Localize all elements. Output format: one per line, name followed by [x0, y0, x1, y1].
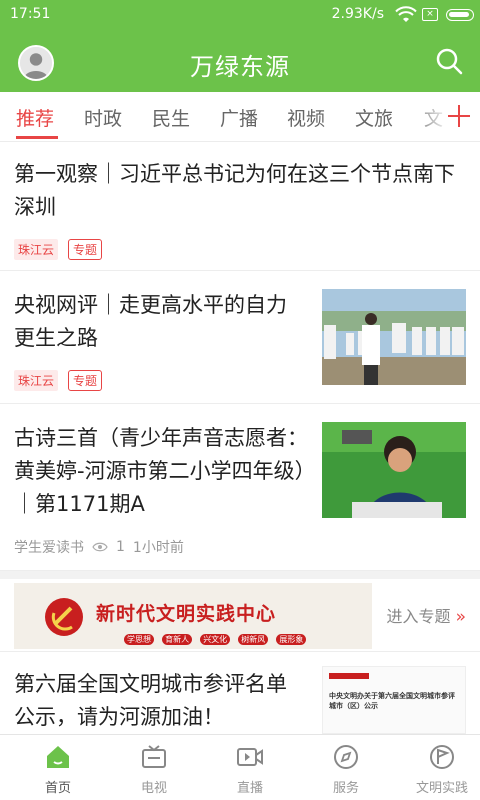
article-thumbnail	[322, 422, 466, 518]
topic-tag: 专题	[68, 370, 103, 391]
tab-broadcast[interactable]: 广播	[220, 104, 258, 131]
tab-livelihood[interactable]: 民生	[152, 104, 190, 131]
article-title: 第一观察｜习近平总书记为何在这三个节点南下深圳	[14, 162, 455, 219]
doc-header-bar	[329, 673, 369, 679]
list-item[interactable]: 古诗三首（青少年声音志愿者：黄美婷-河源市第二小学四年级）｜第1171期A 学生…	[0, 404, 480, 571]
party-emblem-icon	[45, 598, 83, 636]
source-tag: 珠江云	[14, 239, 59, 260]
banner-pills: 学思想 育新人 兴文化 树新风 展形象	[124, 627, 309, 646]
nav-label: 电视	[140, 781, 167, 796]
article-title: 第六届全国文明城市参评名单公示，请为河源加油！	[14, 672, 287, 729]
tab-fade	[410, 92, 450, 140]
bottom-nav: 首页 电视 直播 服务 文明实践	[0, 734, 480, 800]
banner-pill: 学思想	[124, 634, 154, 645]
banner-pill: 树新风	[238, 634, 269, 645]
crowd-photo-image	[322, 289, 466, 385]
article-thumbnail: 中央文明办关于第六届全国文明城市参评城市（区）公示	[322, 666, 466, 734]
nav-home[interactable]: 首页	[10, 735, 106, 800]
list-item[interactable]: 第六届全国文明城市参评名单公示，请为河源加油！ 中央文明办关于第六届全国文明城市…	[0, 652, 480, 734]
status-bar: 17:51 2.93K/s ×	[0, 0, 480, 30]
banner-main-text: 文明实践中心	[156, 603, 277, 625]
add-channel-icon[interactable]	[448, 105, 470, 127]
banner-image: 新时代文明实践中心 学思想 育新人 兴文化 树新风 展形象	[14, 583, 372, 649]
article-thumbnail	[322, 289, 466, 385]
flag-icon	[430, 745, 454, 769]
eye-icon	[92, 542, 108, 552]
active-tab-indicator	[16, 136, 58, 139]
home-icon	[47, 746, 69, 768]
article-title: 央视网评｜走更高水平的自力更生之路	[14, 293, 287, 350]
topic-tag: 专题	[68, 239, 103, 260]
banner-pill: 兴文化	[200, 634, 231, 645]
publish-time: 1小时前	[132, 540, 184, 556]
app-header: 万绿东源	[0, 30, 480, 92]
battery-icon	[446, 9, 474, 21]
compass-icon	[334, 745, 358, 769]
nav-label: 文明实践	[415, 781, 468, 796]
source-tag: 珠江云	[14, 370, 59, 391]
topic-banner[interactable]: 新时代文明实践中心 学思想 育新人 兴文化 树新风 展形象 进入专题 »	[0, 579, 480, 652]
student-photo-image	[322, 422, 466, 518]
status-time: 17:51	[10, 6, 51, 22]
app-title: 万绿东源	[190, 53, 290, 81]
banner-pill: 展形象	[276, 634, 307, 645]
tab-recommend[interactable]: 推荐	[16, 104, 54, 131]
search-icon[interactable]	[434, 46, 464, 76]
thumb-doc-title: 中央文明办关于第六届全国文明城市参评城市（区）公示	[329, 692, 455, 710]
section-divider	[0, 571, 480, 579]
network-speed: 2.93K/s	[331, 6, 384, 22]
tv-icon	[142, 745, 166, 768]
tab-politics[interactable]: 时政	[84, 104, 122, 131]
no-sim-icon: ×	[422, 8, 438, 21]
nav-label: 服务	[332, 781, 359, 796]
view-count: 1	[116, 539, 125, 555]
nav-label: 首页	[44, 781, 71, 796]
nav-service[interactable]: 服务	[298, 735, 394, 800]
banner-headline: 新时代文明实践中心	[96, 599, 276, 626]
double-chevron-icon: »	[455, 607, 466, 627]
article-tags: 珠江云 专题	[14, 239, 103, 260]
wifi-icon	[395, 6, 417, 22]
enter-topic-link[interactable]: 进入专题 »	[386, 603, 466, 627]
live-camera-icon	[237, 748, 263, 766]
banner-prefix: 新时代	[96, 603, 157, 625]
enter-topic-label: 进入专题	[386, 607, 451, 626]
category-tabs: 推荐 时政 民生 广播 视频 文旅 文	[0, 92, 480, 142]
nav-tv[interactable]: 电视	[106, 735, 202, 800]
nav-label: 直播	[236, 781, 263, 796]
nav-live[interactable]: 直播	[202, 735, 298, 800]
article-meta: 学生爱读书 1 1小时前	[14, 537, 184, 557]
banner-pill: 育新人	[162, 634, 193, 645]
author: 学生爱读书	[14, 540, 84, 556]
article-tags: 珠江云 专题	[14, 370, 103, 391]
tab-video[interactable]: 视频	[287, 104, 325, 131]
article-title: 古诗三首（青少年声音志愿者：黄美婷-河源市第二小学四年级）｜第1171期A	[14, 426, 308, 516]
nav-civilization-practice[interactable]: 文明实践	[394, 735, 480, 800]
tab-culture-tourism[interactable]: 文旅	[355, 104, 393, 131]
list-item[interactable]: 央视网评｜走更高水平的自力更生之路 珠江云 专题	[0, 271, 480, 404]
list-item[interactable]: 第一观察｜习近平总书记为何在这三个节点南下深圳 珠江云 专题	[0, 142, 480, 271]
